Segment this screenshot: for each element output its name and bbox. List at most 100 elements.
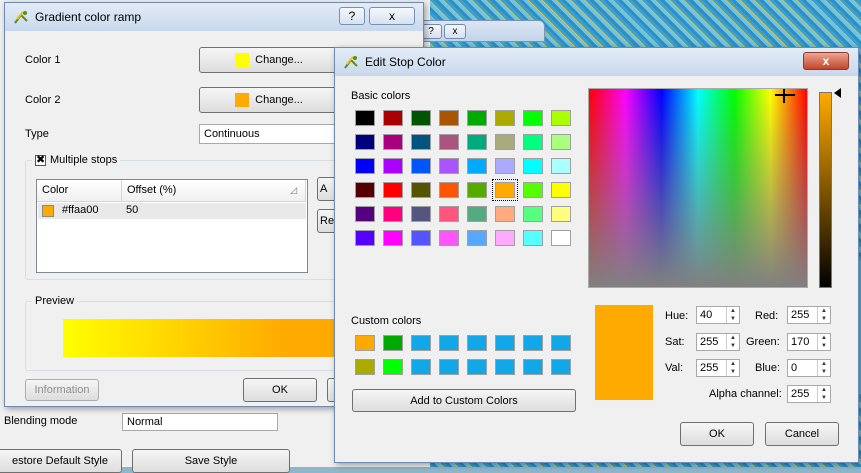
basic-color-swatch[interactable]	[411, 158, 431, 174]
green-spinbox[interactable]: 170 ▲ ▼	[787, 333, 831, 351]
basic-color-swatch[interactable]	[492, 179, 518, 201]
background-close-button[interactable]: x	[444, 24, 466, 39]
add-to-custom-colors-button[interactable]: Add to Custom Colors	[352, 389, 576, 412]
custom-color-swatch[interactable]	[467, 359, 487, 375]
alpha-spin-arrows[interactable]: ▲ ▼	[817, 386, 830, 402]
basic-color-swatch[interactable]	[439, 182, 459, 198]
custom-color-swatch[interactable]	[355, 359, 375, 375]
close-button[interactable]: x	[803, 52, 849, 70]
custom-color-swatch[interactable]	[523, 335, 543, 351]
custom-color-swatch[interactable]	[355, 335, 375, 351]
custom-color-swatch[interactable]	[383, 335, 403, 351]
basic-color-swatch[interactable]	[439, 206, 459, 222]
basic-color-swatch[interactable]	[411, 230, 431, 246]
basic-color-swatch[interactable]	[439, 230, 459, 246]
basic-color-swatch[interactable]	[467, 158, 487, 174]
basic-color-swatch[interactable]	[467, 182, 487, 198]
basic-color-swatch[interactable]	[523, 230, 543, 246]
hue-spinbox[interactable]: 40 ▲ ▼	[696, 306, 740, 324]
blue-spinbox[interactable]: 0 ▲ ▼	[787, 359, 831, 377]
basic-color-swatch[interactable]	[551, 230, 571, 246]
basic-color-swatch[interactable]	[551, 182, 571, 198]
basic-color-swatch[interactable]	[355, 158, 375, 174]
basic-color-swatch[interactable]	[551, 206, 571, 222]
basic-color-swatch[interactable]	[411, 134, 431, 150]
type-select[interactable]: Continuous	[199, 124, 339, 144]
color-column-header[interactable]: Color	[37, 180, 122, 202]
basic-color-swatch[interactable]	[523, 134, 543, 150]
basic-color-swatch[interactable]	[523, 158, 543, 174]
basic-color-swatch[interactable]	[439, 134, 459, 150]
custom-color-swatch[interactable]	[523, 359, 543, 375]
custom-color-swatch[interactable]	[495, 335, 515, 351]
blending-mode-select[interactable]: Normal	[122, 413, 278, 431]
save-style-button[interactable]: Save Style	[132, 449, 290, 473]
sat-spinbox[interactable]: 255 ▲ ▼	[696, 333, 740, 351]
basic-color-swatch[interactable]	[355, 134, 375, 150]
color2-change-button[interactable]: Change...	[199, 87, 339, 113]
close-button[interactable]: x	[369, 7, 415, 25]
basic-color-swatch[interactable]	[383, 134, 403, 150]
custom-color-swatch[interactable]	[411, 359, 431, 375]
color1-change-button[interactable]: Change...	[199, 47, 339, 73]
alpha-spinbox[interactable]: 255 ▲ ▼	[787, 385, 831, 403]
help-button[interactable]: ?	[339, 7, 365, 25]
multiple-stops-checkbox[interactable]: ✖	[35, 154, 46, 166]
val-spin-arrows[interactable]: ▲ ▼	[726, 360, 739, 376]
value-slider-arrow-icon[interactable]	[833, 88, 843, 100]
basic-color-swatch[interactable]	[355, 230, 375, 246]
basic-color-swatch[interactable]	[495, 110, 515, 126]
restore-default-style-button[interactable]: estore Default Style	[0, 449, 122, 473]
ok-button[interactable]: OK	[680, 422, 754, 446]
basic-color-swatch[interactable]	[411, 110, 431, 126]
custom-color-swatch[interactable]	[551, 335, 571, 351]
basic-color-swatch[interactable]	[551, 158, 571, 174]
red-spinbox[interactable]: 255 ▲ ▼	[787, 306, 831, 324]
basic-color-swatch[interactable]	[383, 110, 403, 126]
custom-color-swatch[interactable]	[495, 359, 515, 375]
custom-color-swatch[interactable]	[411, 335, 431, 351]
basic-color-swatch[interactable]	[383, 206, 403, 222]
basic-color-swatch[interactable]	[495, 230, 515, 246]
cancel-button[interactable]: Cancel	[765, 422, 839, 446]
basic-color-swatch[interactable]	[383, 230, 403, 246]
multiple-stops-toggle[interactable]: ✖ Multiple stops	[32, 154, 121, 166]
green-spin-arrows[interactable]: ▲ ▼	[817, 334, 830, 350]
value-slider[interactable]	[819, 92, 832, 288]
basic-color-swatch[interactable]	[411, 206, 431, 222]
custom-color-swatch[interactable]	[383, 359, 403, 375]
basic-color-swatch[interactable]	[523, 110, 543, 126]
custom-color-swatch[interactable]	[467, 335, 487, 351]
table-row[interactable]: #ffaa00 50	[38, 203, 306, 219]
basic-color-swatch[interactable]	[551, 110, 571, 126]
basic-color-swatch[interactable]	[355, 110, 375, 126]
custom-color-swatch[interactable]	[551, 359, 571, 375]
hue-saturation-picker[interactable]	[588, 88, 808, 288]
custom-color-swatch[interactable]	[439, 359, 459, 375]
basic-color-swatch[interactable]	[523, 182, 543, 198]
basic-color-swatch[interactable]	[355, 206, 375, 222]
basic-color-swatch[interactable]	[383, 158, 403, 174]
basic-color-swatch[interactable]	[551, 134, 571, 150]
basic-color-swatch[interactable]	[355, 182, 375, 198]
basic-color-swatch[interactable]	[383, 182, 403, 198]
ok-button[interactable]: OK	[243, 378, 317, 402]
red-spin-arrows[interactable]: ▲ ▼	[817, 307, 830, 323]
information-button[interactable]: Information	[25, 379, 99, 401]
stops-table[interactable]: Color Offset (%) ◿ #ffaa00 50	[36, 179, 308, 273]
basic-color-swatch[interactable]	[467, 206, 487, 222]
sat-spin-arrows[interactable]: ▲ ▼	[726, 334, 739, 350]
basic-color-swatch[interactable]	[495, 206, 515, 222]
basic-color-swatch[interactable]	[495, 158, 515, 174]
basic-color-swatch[interactable]	[467, 110, 487, 126]
basic-color-swatch[interactable]	[439, 110, 459, 126]
hue-spin-arrows[interactable]: ▲ ▼	[726, 307, 739, 323]
basic-color-swatch[interactable]	[495, 134, 515, 150]
custom-color-swatch[interactable]	[439, 335, 459, 351]
val-spinbox[interactable]: 255 ▲ ▼	[696, 359, 740, 377]
blue-spin-arrows[interactable]: ▲ ▼	[817, 360, 830, 376]
basic-color-swatch[interactable]	[439, 158, 459, 174]
basic-color-swatch[interactable]	[523, 206, 543, 222]
basic-color-swatch[interactable]	[467, 134, 487, 150]
offset-column-header[interactable]: Offset (%) ◿	[122, 180, 306, 202]
